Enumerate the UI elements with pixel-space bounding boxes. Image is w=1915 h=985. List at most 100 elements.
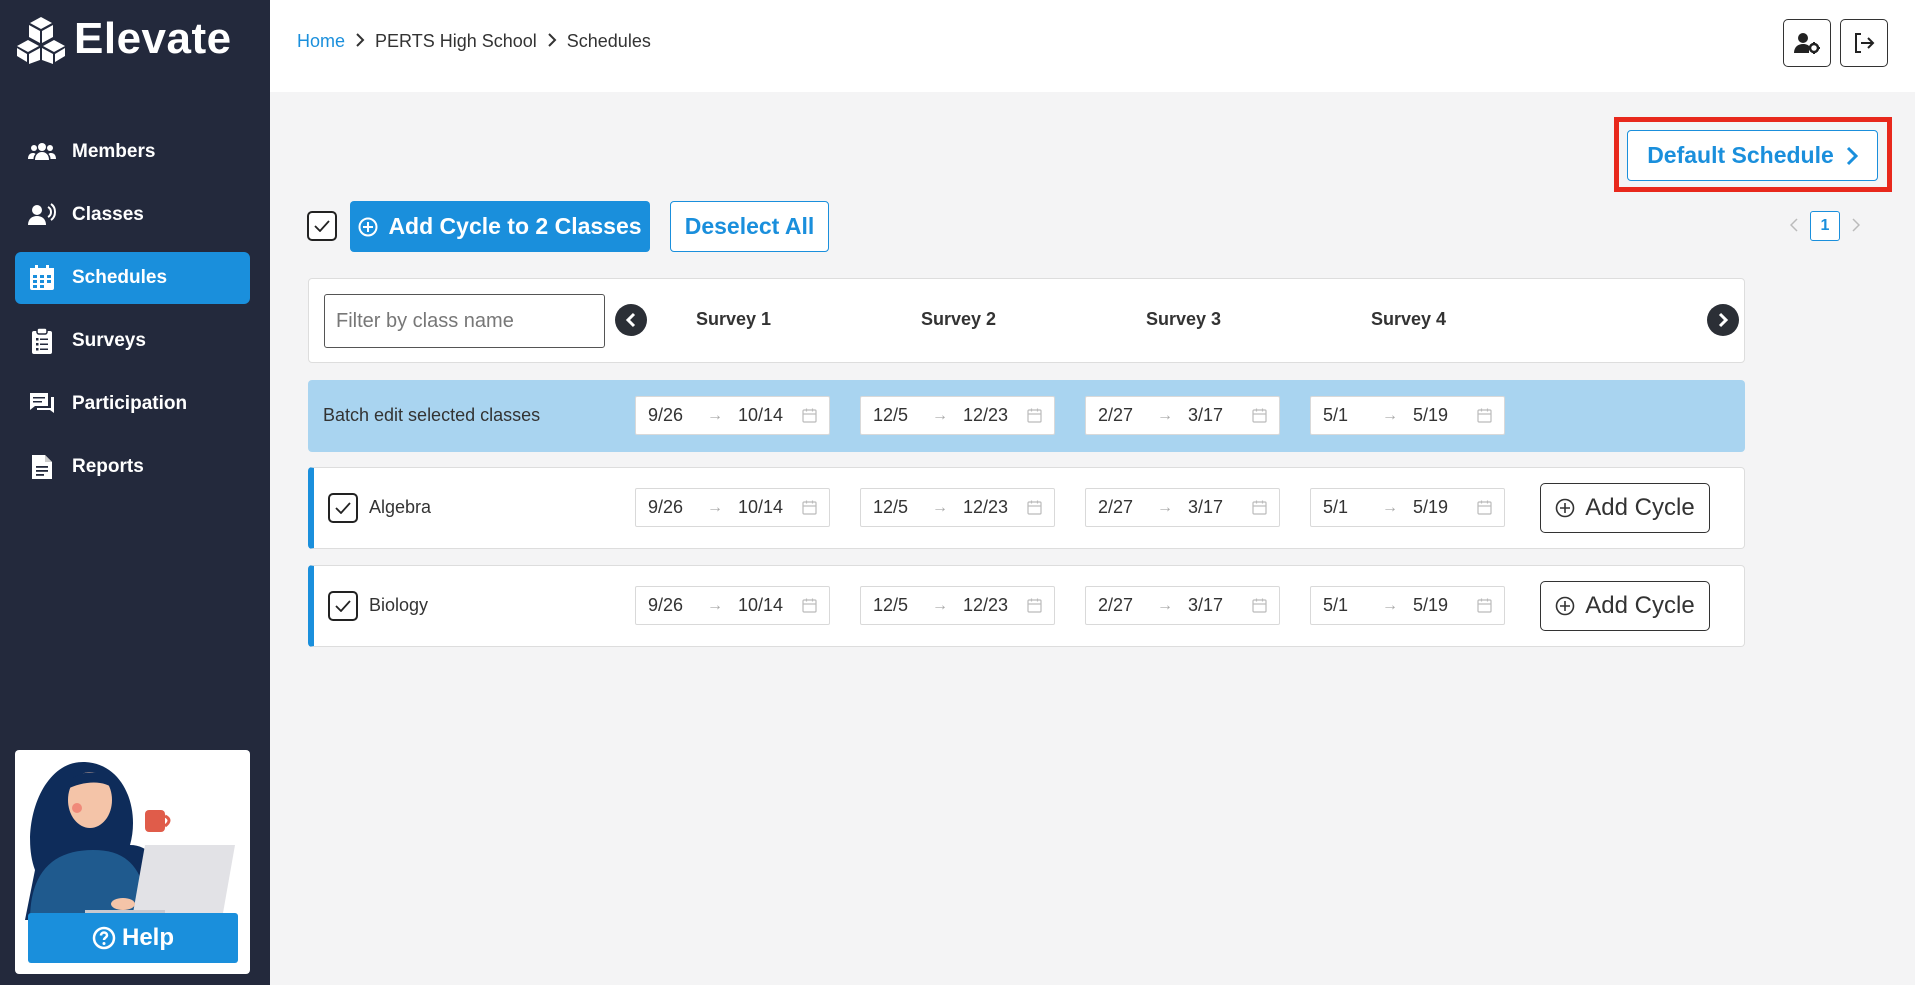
sidebar-item-schedules[interactable]: Schedules (15, 252, 250, 304)
class-filter-input[interactable] (324, 294, 605, 348)
logout-button[interactable] (1840, 19, 1888, 67)
end-date: 10/14 (738, 405, 784, 425)
add-cycle-button[interactable]: Add Cycle (1540, 581, 1710, 631)
add-cycle-label: Add Cycle (1585, 494, 1695, 521)
sidebar-item-label: Participation (72, 393, 188, 414)
calendar-icon (1252, 500, 1267, 515)
sidebar: Elevate Members Classes Schedules Survey… (0, 0, 270, 985)
calendar-icon (1027, 408, 1042, 423)
arrow-right-icon: → (1382, 498, 1398, 516)
survey-2-header: Survey 2 (920, 309, 997, 329)
chevron-right-icon (547, 31, 557, 52)
arrow-right-icon: → (707, 406, 723, 424)
plus-circle-icon (358, 217, 378, 236)
classes-icon (28, 201, 56, 229)
sidebar-item-surveys[interactable]: Surveys (15, 315, 250, 367)
batch-edit-row: Batch edit selected classes 9/26 → 10/14… (308, 380, 1745, 452)
chevron-right-icon (1718, 312, 1729, 328)
arrow-right-icon: → (1157, 406, 1173, 424)
deselect-all-button[interactable]: Deselect All (670, 201, 829, 252)
batch-survey-2-date-range[interactable]: 12/5 → 12/23 (860, 396, 1055, 435)
end-date: 3/17 (1188, 405, 1224, 425)
top-header: Home PERTS High School Schedules (270, 0, 1915, 92)
check-icon (314, 220, 330, 232)
start-date: 9/26 (648, 595, 684, 615)
survey-3-header: Survey 3 (1145, 309, 1222, 329)
schedule-table-header: Survey 1 Survey 2 Survey 3 Survey 4 (308, 278, 1745, 363)
add-cycle-to-classes-button[interactable]: Add Cycle to 2 Classes (350, 201, 650, 252)
start-date: 9/26 (648, 405, 684, 425)
next-surveys-button[interactable] (1707, 304, 1739, 336)
batch-survey-1-date-range[interactable]: 9/26 → 10/14 (635, 396, 830, 435)
arrow-right-icon: → (1157, 498, 1173, 516)
survey-4-date-range[interactable]: 5/1 → 5/19 (1310, 488, 1505, 527)
help-button[interactable]: Help (28, 913, 238, 963)
survey-4-date-range[interactable]: 5/1 → 5/19 (1310, 586, 1505, 625)
survey-1-date-range[interactable]: 9/26 → 10/14 (635, 586, 830, 625)
page-number-button[interactable]: 1 (1810, 211, 1840, 241)
survey-3-date-range[interactable]: 2/27 → 3/17 (1085, 586, 1280, 625)
end-date: 5/19 (1413, 497, 1449, 517)
survey-3-date-range[interactable]: 2/27 → 3/17 (1085, 488, 1280, 527)
calendar-icon (802, 408, 817, 423)
check-icon (335, 502, 351, 514)
add-cycle-button[interactable]: Add Cycle (1540, 483, 1710, 533)
table-row: Biology 9/26 → 10/14 12/5 → 12/23 2/27 →… (308, 565, 1745, 647)
help-label: Help (121, 924, 174, 951)
arrow-right-icon: → (1382, 406, 1398, 424)
next-page-icon[interactable] (1852, 216, 1861, 237)
end-date: 5/19 (1413, 595, 1449, 615)
sidebar-item-classes[interactable]: Classes (15, 189, 250, 241)
calendar-icon (1252, 598, 1267, 613)
help-card: Help (15, 750, 250, 974)
check-icon (335, 600, 351, 612)
users-icon (28, 138, 56, 166)
calendar-icon (1027, 598, 1042, 613)
calendar-icon (802, 500, 817, 515)
start-date: 12/5 (873, 497, 909, 517)
sidebar-nav: Members Classes Schedules Surveys Partic… (15, 126, 250, 504)
account-settings-button[interactable] (1783, 19, 1831, 67)
start-date: 12/5 (873, 405, 909, 425)
start-date: 9/26 (648, 497, 684, 517)
document-icon (28, 453, 56, 481)
sidebar-item-reports[interactable]: Reports (15, 441, 250, 493)
start-date: 12/5 (873, 595, 909, 615)
survey-1-date-range[interactable]: 9/26 → 10/14 (635, 488, 830, 527)
sidebar-item-participation[interactable]: Participation (15, 378, 250, 430)
end-date: 12/23 (963, 497, 1009, 517)
plus-circle-icon (1555, 498, 1575, 518)
select-all-checkbox[interactable] (307, 211, 337, 241)
breadcrumb-home-link[interactable]: Home (297, 31, 345, 52)
arrow-right-icon: → (932, 406, 948, 424)
survey-2-date-range[interactable]: 12/5 → 12/23 (860, 586, 1055, 625)
calendar-icon (1477, 408, 1492, 423)
class-checkbox[interactable] (328, 591, 358, 621)
start-date: 2/27 (1098, 595, 1134, 615)
default-schedule-button[interactable]: Default Schedule (1627, 130, 1878, 181)
clipboard-icon (28, 327, 56, 355)
breadcrumb-current: Schedules (566, 31, 651, 51)
batch-edit-label: Batch edit selected classes (323, 405, 541, 425)
batch-survey-4-date-range[interactable]: 5/1 → 5/19 (1310, 396, 1505, 435)
sidebar-item-label: Surveys (72, 330, 146, 351)
class-checkbox[interactable] (328, 493, 358, 523)
chat-icon (28, 390, 56, 418)
app-logo[interactable]: Elevate (16, 14, 232, 64)
batch-survey-3-date-range[interactable]: 2/27 → 3/17 (1085, 396, 1280, 435)
breadcrumb-school-link[interactable]: PERTS High School (375, 31, 537, 52)
sidebar-item-label: Members (72, 141, 156, 162)
breadcrumb: Home PERTS High School Schedules (297, 31, 651, 52)
start-date: 5/1 (1323, 405, 1349, 425)
survey-2-date-range[interactable]: 12/5 → 12/23 (860, 488, 1055, 527)
cube-logo-icon (17, 17, 65, 64)
calendar-icon (1252, 408, 1267, 423)
arrow-right-icon: → (707, 596, 723, 614)
plus-circle-icon (1555, 596, 1575, 616)
prev-page-icon[interactable] (1789, 216, 1798, 237)
chevron-right-icon (1846, 146, 1858, 165)
end-date: 12/23 (963, 405, 1009, 425)
end-date: 10/14 (738, 595, 784, 615)
start-date: 5/1 (1323, 595, 1349, 615)
sidebar-item-members[interactable]: Members (15, 126, 250, 178)
